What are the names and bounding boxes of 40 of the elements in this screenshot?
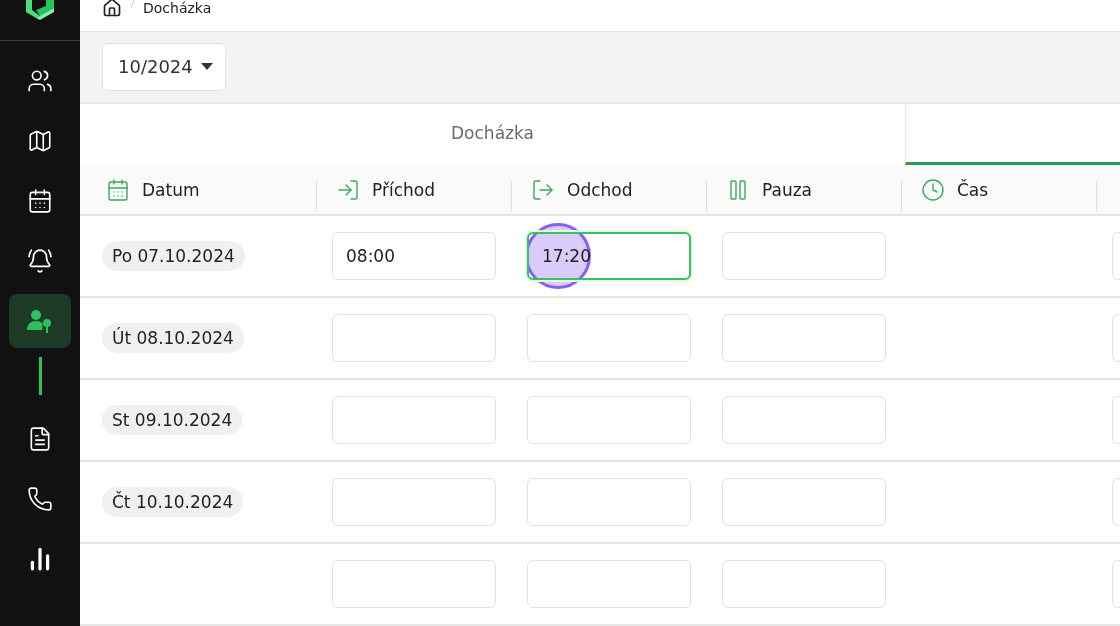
breadcrumb-current: Docházka: [143, 0, 212, 16]
phone-icon: [27, 486, 53, 512]
user-key-icon: [26, 308, 54, 334]
users-icon: [27, 68, 53, 94]
month-dropdown[interactable]: 10/2024: [102, 42, 226, 91]
date-label: St 09.10.2024: [102, 405, 243, 435]
time-input[interactable]: [527, 396, 691, 444]
time-input[interactable]: [722, 314, 886, 362]
clock-icon: [921, 177, 945, 202]
time-input[interactable]: [722, 232, 886, 280]
time-input[interactable]: 08:00: [332, 232, 496, 280]
enter-icon: [336, 177, 360, 202]
caret-icon: [200, 63, 213, 71]
column-header: Odchod: [567, 179, 633, 200]
home-icon[interactable]: [102, 0, 122, 18]
time-input[interactable]: [527, 478, 691, 526]
time-input[interactable]: [722, 478, 886, 526]
bell-icon: [27, 248, 53, 274]
time-input[interactable]: [722, 560, 886, 608]
time-input[interactable]: [332, 560, 496, 608]
date-label: Čt 10.10.2024: [102, 487, 244, 517]
time-input[interactable]: 17:20: [527, 232, 691, 280]
column-header: Čas: [957, 179, 989, 200]
sidebar-item[interactable]: [9, 294, 71, 348]
time-input[interactable]: [332, 396, 496, 444]
date-label: Po 07.10.2024: [102, 241, 245, 271]
column-header: Pauza: [762, 179, 813, 200]
exit-icon: [531, 177, 555, 202]
time-input[interactable]: [332, 314, 496, 362]
date-label: Út 08.10.2024: [102, 323, 244, 353]
column-header: Příchod: [372, 179, 435, 200]
column-header: Datum: [142, 179, 200, 200]
tab[interactable]: [905, 104, 1120, 166]
map-icon: [27, 128, 53, 154]
time-input[interactable]: [722, 396, 886, 444]
calendar-icon: [27, 188, 53, 214]
time-input[interactable]: [527, 314, 691, 362]
calendar-icon: [106, 177, 130, 202]
time-input[interactable]: [332, 478, 496, 526]
time-input[interactable]: [527, 560, 691, 608]
